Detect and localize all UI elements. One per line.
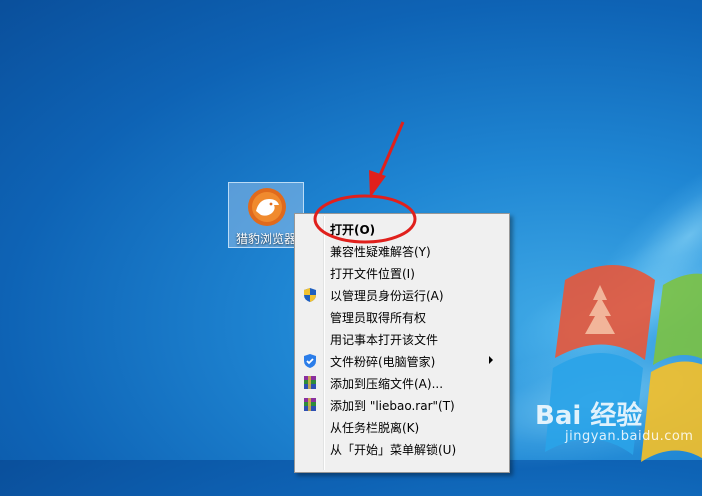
menu-item-label: 打开文件位置(I) — [330, 267, 415, 281]
menu-item-file-shredder[interactable]: 文件粉碎(电脑管家) — [297, 350, 507, 372]
menu-item-label: 添加到压缩文件(A)... — [330, 377, 444, 391]
menu-item-label: 打开(O) — [330, 223, 376, 237]
annotation-arrow — [376, 121, 405, 181]
menu-item-label: 添加到 "liebao.rar"(T) — [330, 399, 455, 413]
menu-item-open-with-notepad[interactable]: 用记事本打开该文件 — [297, 328, 507, 350]
menu-item-label: 以管理员身份运行(A) — [330, 289, 444, 303]
menu-item-open-file-location[interactable]: 打开文件位置(I) — [297, 262, 507, 284]
menu-item-compatibility-troubleshoot[interactable]: 兼容性疑难解答(Y) — [297, 240, 507, 262]
menu-item-label: 用记事本打开该文件 — [330, 333, 439, 347]
menu-item-open[interactable]: 打开(O) — [297, 218, 507, 240]
menu-item-unpin-taskbar[interactable]: 从任务栏脱离(K) — [297, 416, 507, 438]
menu-item-run-as-admin[interactable]: 以管理员身份运行(A) — [297, 284, 507, 306]
submenu-arrow-icon — [489, 356, 493, 364]
shield-check-icon — [304, 354, 316, 368]
context-menu: 打开(O) 兼容性疑难解答(Y) 打开文件位置(I) 以管理员身份运行(A) 管… — [294, 213, 510, 473]
menu-item-add-to-archive[interactable]: 添加到压缩文件(A)... — [297, 372, 507, 394]
winrar-icon — [304, 398, 316, 411]
desktop-shortcut-liebao[interactable]: 猎豹浏览器 — [228, 182, 304, 248]
desktop-icon-label: 猎豹浏览器 — [235, 232, 296, 246]
menu-item-unpin-start-menu[interactable]: 从「开始」菜单解锁(U) — [297, 438, 507, 460]
menu-item-take-ownership[interactable]: 管理员取得所有权 — [297, 306, 507, 328]
cheetah-browser-icon — [248, 188, 286, 226]
menu-item-label: 管理员取得所有权 — [330, 311, 427, 325]
menu-item-label: 从「开始」菜单解锁(U) — [330, 443, 457, 457]
winrar-icon — [304, 376, 316, 389]
annotation-arrowhead — [369, 170, 386, 198]
menu-item-label: 兼容性疑难解答(Y) — [330, 245, 431, 259]
watermark-brand: Bai 经验 — [535, 401, 643, 431]
menu-item-label: 文件粉碎(电脑管家) — [330, 355, 436, 369]
baidu-jingyan-watermark: Bai 经验 jingyan.baidu.com — [535, 395, 693, 444]
watermark-url: jingyan.baidu.com — [565, 429, 694, 444]
menu-item-label: 从任务栏脱离(K) — [330, 421, 420, 435]
menu-item-add-to-liebao-rar[interactable]: 添加到 "liebao.rar"(T) — [297, 394, 507, 416]
uac-shield-icon — [304, 288, 316, 302]
